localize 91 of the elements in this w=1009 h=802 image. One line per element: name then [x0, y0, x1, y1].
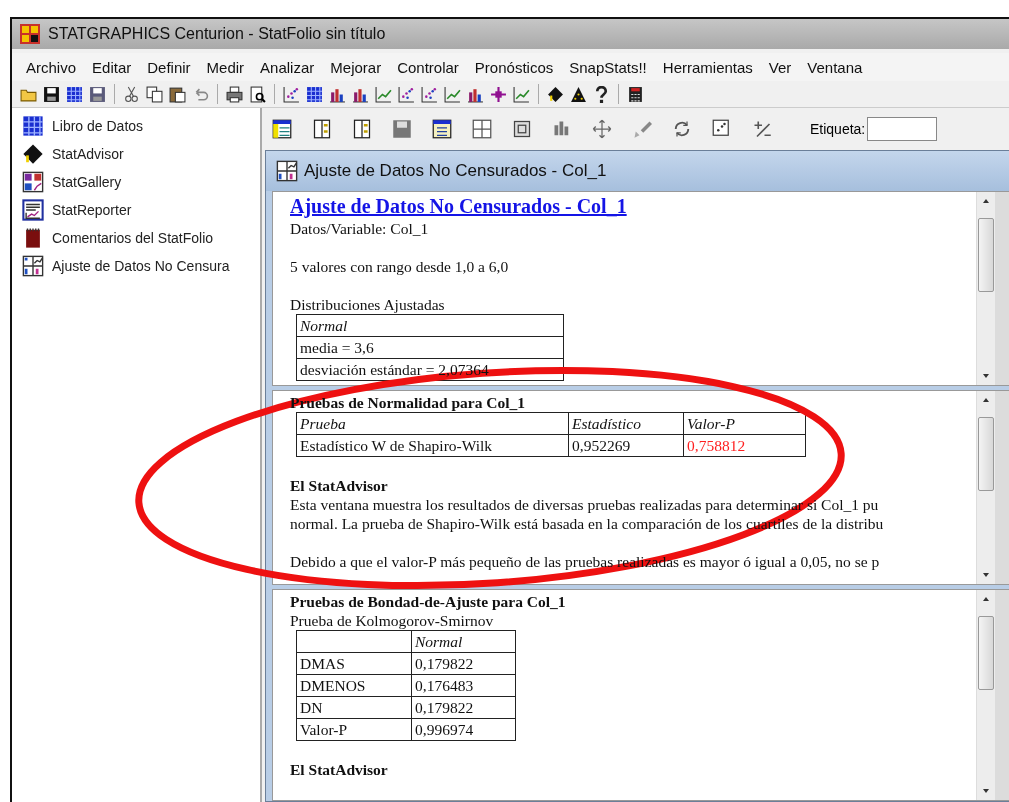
- menu-item[interactable]: Editar: [84, 58, 140, 76]
- print-icon[interactable]: [226, 85, 243, 103]
- table-header: Estadístico: [568, 412, 684, 435]
- report-title-link[interactable]: Ajuste de Datos No Censurados - Col_1: [290, 195, 627, 217]
- sidebar-item[interactable]: Ajuste de Datos No Censura: [52, 258, 230, 274]
- save-icon[interactable]: [43, 85, 60, 103]
- move-icon[interactable]: [592, 119, 612, 139]
- menu-item[interactable]: Mejorar: [322, 58, 390, 76]
- crosshair-icon[interactable]: [490, 85, 507, 103]
- columns-icon[interactable]: [312, 119, 332, 139]
- paste-icon[interactable]: [169, 85, 186, 103]
- scissors-icon[interactable]: [123, 85, 140, 103]
- table-header: Prueba: [296, 412, 569, 435]
- scatter-chart-icon[interactable]: [712, 119, 732, 139]
- list-icon[interactable]: [432, 119, 452, 139]
- scroll-thumb[interactable]: [978, 218, 994, 292]
- line-chart-icon[interactable]: [513, 85, 530, 103]
- cap-icon: [22, 143, 44, 165]
- table-header: Valor-P: [683, 412, 806, 435]
- table-cell: 0,758812: [683, 434, 806, 457]
- table-cell: DMENOS: [296, 674, 412, 697]
- grid-icon[interactable]: [306, 85, 323, 103]
- plus-minus-icon[interactable]: [752, 119, 772, 139]
- grid-icon: [22, 115, 44, 137]
- copy-icon[interactable]: [146, 85, 163, 103]
- menu-item[interactable]: Definir: [139, 58, 199, 76]
- table-cell: media = 3,6: [296, 336, 564, 359]
- line-chart-icon[interactable]: [444, 85, 461, 103]
- analysis-icon: [276, 160, 298, 182]
- report-text: Prueba de Kolmogorov-Smirnov: [290, 612, 494, 629]
- table-cell: 0,179822: [411, 652, 516, 675]
- section-heading: El StatAdvisor: [290, 761, 388, 778]
- cap-icon[interactable]: [547, 85, 564, 103]
- save-icon[interactable]: [89, 85, 106, 103]
- sidebar-item[interactable]: StatAdvisor: [52, 146, 124, 162]
- table-cell: 0,996974: [411, 718, 516, 741]
- menu-item[interactable]: Herramientas: [654, 58, 761, 76]
- menu-item[interactable]: Ver: [760, 58, 800, 76]
- menu-item[interactable]: Archivo: [18, 58, 85, 76]
- table-icon[interactable]: [272, 119, 292, 139]
- gallery-icon: [22, 171, 44, 193]
- field-label: Etiqueta:: [810, 121, 866, 137]
- rotate-icon[interactable]: [672, 119, 692, 139]
- scroll-thumb[interactable]: [978, 417, 994, 491]
- table-header: Normal: [411, 630, 516, 653]
- menu-item[interactable]: Analizar: [252, 58, 323, 76]
- menu-item[interactable]: Pronósticos: [466, 58, 562, 76]
- table-cell: Valor-P: [296, 718, 412, 741]
- sidebar-item[interactable]: Libro de Datos: [52, 118, 144, 134]
- menu-item[interactable]: SnapStats!!: [561, 58, 655, 76]
- report-icon: [22, 199, 44, 221]
- menu-item[interactable]: Controlar: [389, 58, 467, 76]
- report-text: Distribuciones Ajustadas: [290, 296, 445, 313]
- label-field[interactable]: [867, 117, 938, 141]
- table-cell: Estadístico W de Shapiro-Wilk: [296, 434, 569, 457]
- table-cell: 0,176483: [411, 674, 516, 697]
- sidebar-item[interactable]: StatGallery: [52, 174, 122, 190]
- table-cell: DMAS: [296, 652, 412, 675]
- report-text: Datos/Variable: Col_1: [290, 220, 429, 237]
- scroll-thumb[interactable]: [978, 616, 994, 690]
- table-header: Normal: [296, 314, 564, 337]
- chip-icon[interactable]: [512, 119, 532, 139]
- columns-icon[interactable]: [352, 119, 372, 139]
- scatter-chart-icon[interactable]: [421, 85, 438, 103]
- grid-icon[interactable]: [66, 85, 83, 103]
- report-text: 5 valores con rango desde 1,0 a 6,0: [290, 258, 509, 275]
- table-cell: 0,952269: [568, 434, 684, 457]
- table-cell: 0,179822: [411, 696, 516, 719]
- line-chart-icon[interactable]: [375, 85, 392, 103]
- brush-icon[interactable]: [632, 119, 652, 139]
- sidebar-item[interactable]: StatReporter: [52, 202, 132, 218]
- window-title: Ajuste de Datos No Censurados - Col_1: [304, 161, 607, 181]
- menu-item[interactable]: Ventana: [799, 58, 871, 76]
- sidebar-item[interactable]: Comentarios del StatFolio: [52, 230, 214, 246]
- table-cell: DN: [296, 696, 412, 719]
- menu-item[interactable]: Medir: [198, 58, 253, 76]
- calculator-icon[interactable]: [627, 85, 644, 103]
- scrollbar[interactable]: [976, 192, 995, 385]
- scrollbar[interactable]: [976, 590, 995, 800]
- cone-icon[interactable]: [570, 85, 587, 103]
- section-heading: El StatAdvisor: [290, 477, 388, 494]
- layout-icon[interactable]: [472, 119, 492, 139]
- help-icon[interactable]: [593, 85, 610, 103]
- app-icon: [20, 24, 40, 44]
- scrollbar[interactable]: [976, 391, 995, 584]
- window-title: STATGRAPHICS Centurion - StatFolio sin título: [48, 25, 386, 43]
- scatter-chart-icon[interactable]: [283, 85, 300, 103]
- section-heading: Pruebas de Bondad-de-Ajuste para Col_1: [290, 593, 566, 610]
- preview-icon[interactable]: [249, 85, 266, 103]
- scatter-chart-icon[interactable]: [398, 85, 415, 103]
- analysis-icon: [22, 255, 44, 277]
